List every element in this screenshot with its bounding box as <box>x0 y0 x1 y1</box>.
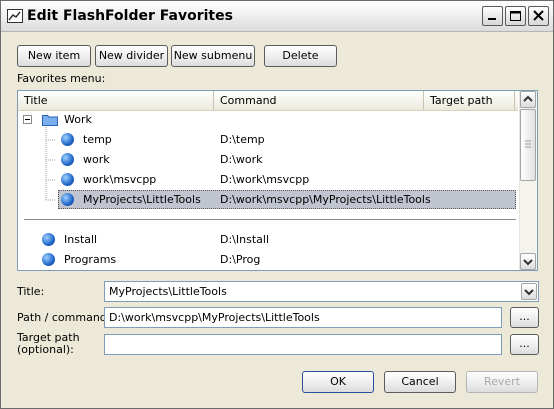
item-title: temp <box>83 133 112 146</box>
item-command: D:\temp <box>220 133 265 146</box>
item-command: D:\Prog <box>220 253 261 266</box>
chevron-up-icon <box>523 95 533 102</box>
item-title: work\msvcpp <box>83 173 157 186</box>
globe-icon <box>42 233 55 246</box>
scroll-up-button[interactable] <box>520 91 536 108</box>
title-combobox[interactable]: MyProjects\LittleTools <box>104 281 539 302</box>
favorites-menu-label: Favorites menu: <box>17 72 106 85</box>
collapse-icon[interactable] <box>23 115 32 124</box>
scroll-thumb[interactable] <box>520 109 536 181</box>
list-item[interactable]: work\msvcpp D:\work\msvcpp <box>18 170 518 189</box>
item-command: D:\work\msvcpp <box>220 173 310 186</box>
title-value: MyProjects\LittleTools <box>109 285 227 298</box>
list-item[interactable]: Programs D:\Prog <box>18 250 518 269</box>
delete-label: Delete <box>282 49 319 62</box>
browse-target-label: ... <box>519 337 530 350</box>
dialog-window: Edit FlashFolder Favorites New item New … <box>0 0 554 409</box>
revert-label: Revert <box>483 375 521 388</box>
item-title: Install <box>64 233 98 246</box>
ok-button[interactable]: OK <box>302 371 374 393</box>
new-item-label: New item <box>27 49 81 62</box>
chevron-down-icon <box>524 289 534 296</box>
target-path-label-line2: (optional): <box>17 343 74 356</box>
browse-path-label: ... <box>519 310 530 323</box>
item-command: D:\work <box>220 153 263 166</box>
item-title: Work <box>64 113 92 126</box>
globe-icon <box>61 173 74 186</box>
favorites-list[interactable]: Title Command Target path Work temp D:\t… <box>17 90 538 271</box>
target-path-label: Target path (optional): <box>17 332 80 356</box>
title-label: Title: <box>17 285 45 298</box>
browse-path-button[interactable]: ... <box>510 307 539 328</box>
browse-target-button[interactable]: ... <box>510 334 539 355</box>
item-title: MyProjects\LittleTools <box>83 193 201 206</box>
delete-button[interactable]: Delete <box>264 45 337 67</box>
chevron-down-icon <box>523 259 533 266</box>
target-path-input[interactable] <box>104 334 502 355</box>
path-label: Path / command: <box>17 311 111 324</box>
grip-icon <box>525 140 531 148</box>
globe-icon <box>61 153 74 166</box>
list-item[interactable]: temp D:\temp <box>18 130 518 149</box>
item-title: work <box>83 153 110 166</box>
column-header-command[interactable]: Command <box>214 91 424 110</box>
list-item[interactable]: work D:\work <box>18 150 518 169</box>
cancel-button[interactable]: Cancel <box>384 371 456 393</box>
item-command: D:\Install <box>220 233 269 246</box>
ok-label: OK <box>330 375 346 388</box>
globe-icon <box>42 253 55 266</box>
minimize-button[interactable] <box>482 6 503 26</box>
close-button[interactable] <box>528 6 549 26</box>
window-title: Edit FlashFolder Favorites <box>27 8 233 24</box>
column-header-title[interactable]: Title <box>18 91 214 110</box>
list-item[interactable]: Work <box>18 110 518 129</box>
revert-button[interactable]: Revert <box>466 371 538 393</box>
globe-icon <box>61 133 74 146</box>
title-dropdown-button[interactable] <box>521 283 537 300</box>
new-divider-button[interactable]: New divider <box>95 45 168 67</box>
vertical-scrollbar[interactable] <box>519 91 537 270</box>
new-submenu-label: New submenu <box>173 49 253 62</box>
scroll-down-button[interactable] <box>520 253 536 270</box>
path-input[interactable]: D:\work\msvcpp\MyProjects\LittleTools <box>104 307 502 328</box>
app-icon <box>7 9 23 23</box>
maximize-icon <box>510 11 521 21</box>
cancel-label: Cancel <box>401 375 439 388</box>
minimize-icon <box>488 18 496 20</box>
item-title: Programs <box>64 253 117 266</box>
menu-divider[interactable] <box>24 219 516 220</box>
new-item-button[interactable]: New item <box>17 45 91 67</box>
globe-icon <box>61 193 74 206</box>
list-item[interactable]: Install D:\Install <box>18 230 518 249</box>
column-header-target-path[interactable]: Target path <box>424 91 515 110</box>
list-item-selected[interactable]: MyProjects\LittleTools D:\work\msvcpp\My… <box>58 190 516 209</box>
path-value: D:\work\msvcpp\MyProjects\LittleTools <box>109 311 320 324</box>
item-command: D:\work\msvcpp\MyProjects\LittleTools <box>220 193 431 206</box>
title-bar[interactable]: Edit FlashFolder Favorites <box>1 1 553 32</box>
folder-icon <box>42 115 58 126</box>
list-header: Title Command Target path <box>18 91 518 111</box>
new-submenu-button[interactable]: New submenu <box>171 45 255 67</box>
maximize-button[interactable] <box>505 6 526 26</box>
close-icon <box>533 10 544 21</box>
new-divider-label: New divider <box>98 49 165 62</box>
